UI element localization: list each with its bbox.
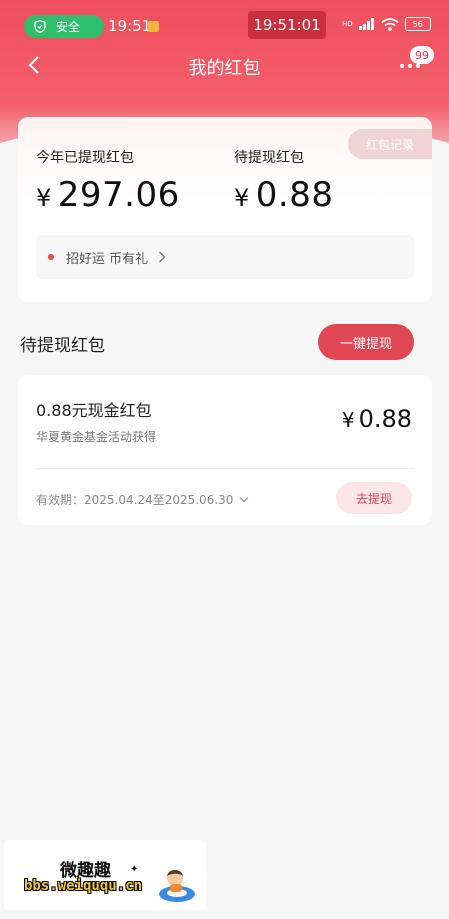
red-dot-icon (48, 254, 54, 260)
system-icons: HD 56 (342, 17, 431, 31)
notification-icon (148, 21, 159, 32)
divider (36, 468, 414, 469)
signal-icon (358, 18, 374, 30)
item-name: 0.88元现金红包 (36, 401, 152, 420)
section-title: 待提现红包 (20, 336, 105, 356)
currency-symbol: ¥ (341, 408, 355, 432)
mascot-icon (159, 870, 195, 902)
status-bar: 安全 19:51 19:51:01 HD 56 (0, 0, 449, 52)
summary-card: 红包记录 今年已提现红包 ¥297.06 待提现红包 ¥0.88 招好运 币有礼 (18, 117, 432, 302)
sparkle-icon: ✦ (130, 864, 139, 875)
battery-icon: 56 (404, 17, 431, 31)
promo-banner[interactable]: 招好运 币有礼 (36, 235, 414, 279)
page-title: 我的红包 (188, 58, 261, 79)
item-amount: ¥0.88 (342, 405, 412, 433)
chevron-right-icon (159, 251, 166, 263)
record-button[interactable]: 红包记录 (348, 129, 432, 159)
wifi-icon (381, 17, 399, 31)
one-click-withdraw-button[interactable]: 一键提现 (318, 324, 414, 360)
shield-icon (34, 20, 46, 33)
list-item: 0.88元现金红包 华夏黄金基金活动获得 ¥0.88 有效期：2025.04.2… (18, 375, 432, 525)
message-badge: 99 (410, 46, 434, 64)
currency-symbol: ¥ (36, 184, 52, 212)
chevron-down-icon (239, 497, 249, 503)
validity-toggle[interactable]: 有效期：2025.04.24至2025.06.30 (36, 491, 249, 508)
safe-label: 安全 (56, 20, 81, 34)
withdrawn-amount: ¥297.06 (36, 175, 180, 215)
clock-overlay: 19:51:01 (248, 11, 326, 39)
pending-value: 0.88 (255, 175, 334, 215)
withdrawn-label: 今年已提现红包 (36, 150, 134, 166)
network-type: HD (342, 19, 353, 28)
currency-symbol: ¥ (234, 184, 250, 212)
validity-text: 有效期：2025.04.24至2025.06.30 (36, 493, 234, 507)
item-amount-value: 0.88 (358, 405, 412, 433)
pending-amount: ¥0.88 (234, 175, 333, 215)
more-icon[interactable] (400, 64, 420, 68)
watermark: 微趣趣 bbs.weiququ.cn ✦ (4, 840, 206, 910)
withdrawn-value: 297.06 (57, 175, 180, 215)
item-source: 华夏黄金基金活动获得 (36, 430, 157, 444)
pending-label: 待提现红包 (234, 150, 304, 166)
withdraw-button[interactable]: 去提现 (336, 482, 412, 514)
nav-bar: 我的红包 99 (0, 46, 449, 86)
promo-text: 招好运 币有礼 (66, 251, 149, 267)
safe-badge: 安全 (24, 15, 104, 38)
status-time: 19:51 (108, 17, 152, 35)
watermark-url: bbs.weiququ.cn (24, 878, 143, 894)
